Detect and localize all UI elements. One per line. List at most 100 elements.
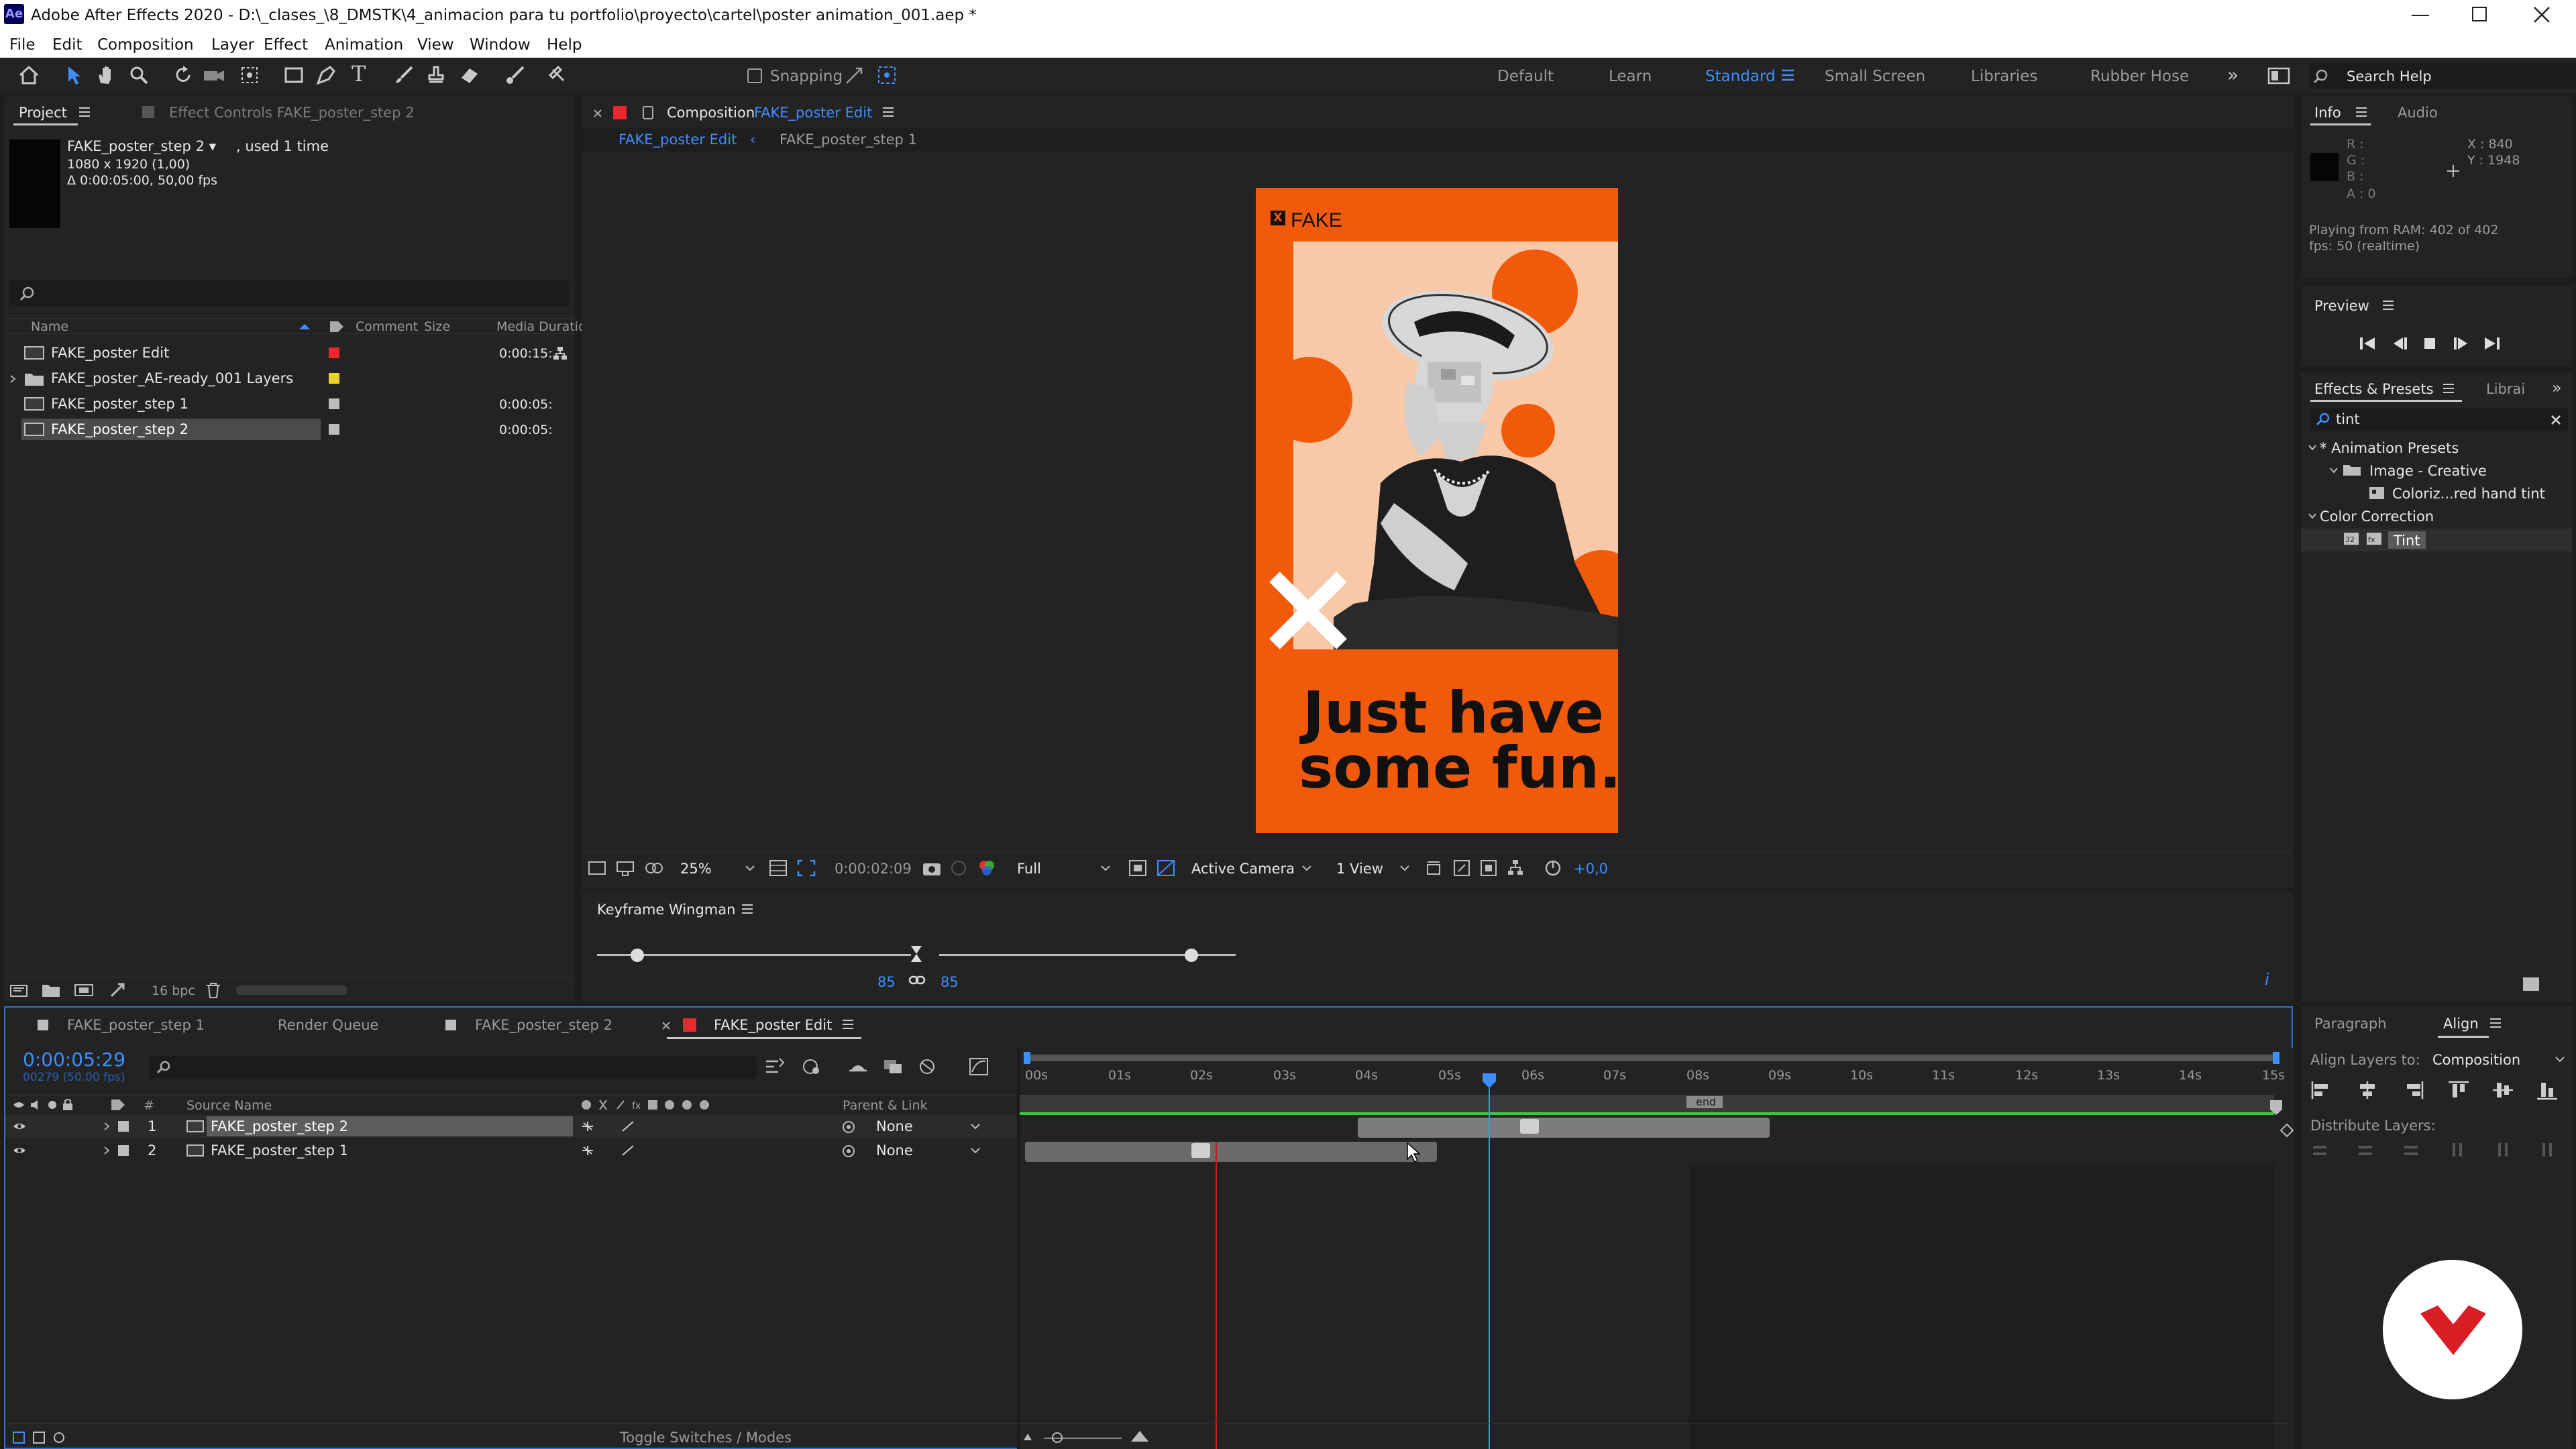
align-bottom-icon[interactable] <box>2536 1080 2559 1100</box>
timeline-tab-render-queue[interactable]: Render Queue <box>278 1018 378 1032</box>
label-column-icon[interactable] <box>329 320 345 333</box>
minimize-icon[interactable] <box>2412 15 2429 16</box>
effect-controls-tab[interactable]: Effect Controls FAKE_poster_step 2 <box>169 106 415 120</box>
ease-out-value[interactable]: 85 <box>877 975 896 989</box>
effects-search-field[interactable]: tint <box>2310 408 2568 431</box>
eye-visibility-icon[interactable] <box>12 1146 27 1155</box>
chevron-down-icon[interactable] <box>2308 444 2317 451</box>
fast-previews-icon[interactable] <box>1157 859 1175 877</box>
parent-dropdown[interactable]: None <box>876 1144 913 1158</box>
interpret-footage-icon[interactable] <box>9 983 28 998</box>
lock-column-icon[interactable] <box>62 1098 74 1112</box>
chevron-down-icon[interactable] <box>1399 865 1410 873</box>
graph-editor-icon[interactable] <box>969 1057 989 1076</box>
video-visibility-icon[interactable] <box>12 1099 25 1110</box>
workspace-standard[interactable]: Standard <box>1705 69 1776 85</box>
label-color-swatch[interactable] <box>329 424 339 435</box>
maximize-icon[interactable] <box>2472 7 2487 21</box>
comp-marker-end[interactable]: end <box>1686 1096 1723 1108</box>
panel-menu-icon[interactable] <box>78 106 91 118</box>
trash-icon[interactable] <box>205 981 221 999</box>
layer-name[interactable]: FAKE_poster_step 2 <box>211 1120 348 1134</box>
new-folder-icon[interactable] <box>42 983 60 998</box>
layer-row-1[interactable]: 1 FAKE_poster_step 2 None <box>5 1115 1020 1138</box>
align-horizontal-center-icon[interactable] <box>2356 1080 2379 1100</box>
workspace-overflow-icon[interactable]: » <box>2227 66 2239 85</box>
transparency-grid-icon[interactable] <box>1128 859 1147 877</box>
current-timecode[interactable]: 0:00:05:29 <box>23 1051 125 1069</box>
label-color-swatch[interactable] <box>329 373 339 384</box>
project-tab[interactable]: Project <box>19 106 67 120</box>
solo-icon[interactable] <box>47 1099 58 1110</box>
zoom-tool-icon[interactable] <box>129 64 149 86</box>
bit-depth-toggle[interactable]: 16 bpc <box>152 985 195 998</box>
layer-row-2[interactable]: 2 FAKE_poster_step 1 None <box>5 1139 1020 1162</box>
label-column-icon[interactable] <box>110 1098 126 1112</box>
overflow-icon[interactable]: » <box>2552 380 2562 396</box>
puppet-tool-icon[interactable] <box>547 64 569 86</box>
last-frame-icon[interactable] <box>2482 335 2501 352</box>
workspace-panel-icon[interactable] <box>2267 67 2290 85</box>
timeline-tab-step1[interactable]: FAKE_poster_step 1 <box>67 1018 205 1032</box>
current-time-indicator-line[interactable] <box>1489 1088 1490 1449</box>
project-item-fake-poster-edit[interactable]: FAKE_poster Edit 0:00:15: <box>4 341 574 365</box>
tree-animation-presets[interactable]: * Animation Presets <box>2320 441 2459 455</box>
grid-guides-icon[interactable] <box>769 859 788 877</box>
align-vertical-center-icon[interactable] <box>2491 1080 2514 1100</box>
tree-image-creative[interactable]: Image - Creative <box>2369 464 2487 478</box>
rectangle-tool-icon[interactable] <box>283 64 305 86</box>
parent-link-column[interactable]: Parent & Link <box>843 1099 928 1112</box>
breadcrumb-comp-step1[interactable]: FAKE_poster_step 1 <box>780 133 917 147</box>
timeline-tab-edit[interactable]: FAKE_poster Edit <box>714 1018 832 1032</box>
current-time-display[interactable]: 0:00:02:09 <box>835 862 912 876</box>
info-tab[interactable]: Info <box>2314 106 2341 120</box>
snapping-checkbox[interactable] <box>747 68 762 83</box>
layer-marker-step1[interactable] <box>1191 1143 1210 1158</box>
align-tab[interactable]: Align <box>2443 1017 2479 1031</box>
stop-icon[interactable] <box>2422 335 2438 352</box>
ease-in-value[interactable]: 85 <box>941 975 959 989</box>
ease-out-slider-handle[interactable] <box>631 949 644 962</box>
layer-label-color[interactable] <box>118 1121 129 1132</box>
menu-edit[interactable]: Edit <box>52 38 83 53</box>
keyframe-navigator-icon[interactable] <box>2279 1123 2294 1138</box>
search-help-field[interactable]: Search Help <box>2309 63 2576 89</box>
in-out-icon[interactable] <box>52 1431 66 1444</box>
clone-stamp-tool-icon[interactable] <box>425 64 447 86</box>
reset-exposure-icon[interactable] <box>1544 859 1562 877</box>
work-area-bar[interactable] <box>1026 1055 2277 1061</box>
distribute-icons[interactable] <box>2310 1140 2559 1161</box>
quality-icon[interactable] <box>621 1144 635 1157</box>
work-area-start[interactable] <box>1024 1052 1030 1064</box>
color-channels-icon[interactable] <box>977 858 997 878</box>
chevron-down-icon[interactable] <box>2555 1056 2565 1064</box>
roto-brush-tool-icon[interactable] <box>504 64 526 86</box>
eraser-tool-icon[interactable] <box>459 64 480 86</box>
link-icon[interactable] <box>908 974 926 986</box>
panel-menu-icon[interactable] <box>2381 299 2395 311</box>
panel-menu-icon[interactable] <box>2489 1017 2502 1029</box>
show-snapshot-icon[interactable] <box>950 859 967 877</box>
chevron-right-icon[interactable] <box>9 374 16 384</box>
label-color-swatch[interactable] <box>329 347 339 358</box>
zoom-out-icon[interactable] <box>1021 1431 1034 1444</box>
hand-tool-icon[interactable] <box>95 64 115 86</box>
layer-name[interactable]: FAKE_poster_step 1 <box>211 1144 348 1158</box>
tree-colorize-hand-tint[interactable]: Coloriz...red hand tint <box>2392 487 2545 501</box>
workspace-rubber-hose[interactable]: Rubber Hose <box>2090 69 2189 85</box>
adjust-settings-icon[interactable] <box>109 981 126 999</box>
pen-tool-icon[interactable] <box>315 64 337 86</box>
next-frame-icon[interactable] <box>2451 335 2470 352</box>
magnification-value[interactable]: 25% <box>680 862 712 876</box>
project-item-step2-selected[interactable]: FAKE_poster_step 2 0:00:05: <box>4 417 574 441</box>
toggle-pixel-aspect-icon[interactable] <box>1425 859 1442 877</box>
vr-icon[interactable] <box>616 859 635 877</box>
libraries-tab[interactable]: Librai <box>2486 382 2525 396</box>
timeline-tab-step2[interactable]: FAKE_poster_step 2 <box>475 1018 612 1032</box>
toggle-switches-modes[interactable]: Toggle Switches / Modes <box>620 1431 792 1445</box>
panel-resize-icon[interactable] <box>2522 977 2542 994</box>
workspace-menu-icon[interactable] <box>1780 68 1795 82</box>
chevron-down-icon[interactable] <box>745 865 755 873</box>
collapse-transform-icon[interactable] <box>581 1144 594 1157</box>
align-right-icon[interactable] <box>2402 1080 2424 1100</box>
